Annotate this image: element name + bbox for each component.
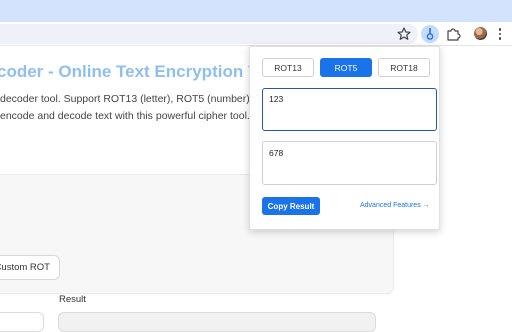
custom-rot-button[interactable]: Custom ROT — [0, 255, 60, 280]
mode-rot18-button[interactable]: ROT18 — [378, 58, 430, 77]
star-icon[interactable] — [396, 26, 412, 42]
kebab-menu-icon[interactable] — [495, 26, 505, 42]
puzzle-icon[interactable] — [445, 26, 461, 42]
advanced-features-link[interactable]: Advanced Features → — [360, 202, 430, 209]
result-field[interactable] — [58, 312, 376, 332]
profile-avatar[interactable] — [474, 27, 487, 40]
result-label: Result — [59, 294, 86, 305]
page-description: decoder tool. Support ROT13 (letter), RO… — [0, 91, 290, 125]
description-line: decoder tool. Support ROT13 (letter), RO… — [0, 93, 274, 105]
address-bar[interactable] — [0, 24, 418, 44]
popup-input-textarea[interactable]: 123 — [262, 88, 437, 131]
mode-rot5-button[interactable]: ROT5 — [320, 58, 372, 77]
copy-result-button[interactable]: Copy Result — [262, 197, 320, 215]
extension-icon[interactable] — [421, 25, 439, 43]
tab-strip — [0, 0, 512, 22]
mode-rot13-button[interactable]: ROT13 — [262, 58, 314, 77]
popup-output-textarea[interactable]: 678 — [262, 141, 437, 185]
mode-selector: ROT13 ROT5 ROT18 — [262, 58, 430, 77]
description-line: encode and decode text with this powerfu… — [0, 110, 250, 122]
input-field[interactable] — [0, 312, 44, 332]
page-title: coder - Online Text Encryption Tool — [0, 62, 283, 81]
extension-popup: ROT13 ROT5 ROT18 123 678 Copy Result Adv… — [249, 46, 440, 230]
